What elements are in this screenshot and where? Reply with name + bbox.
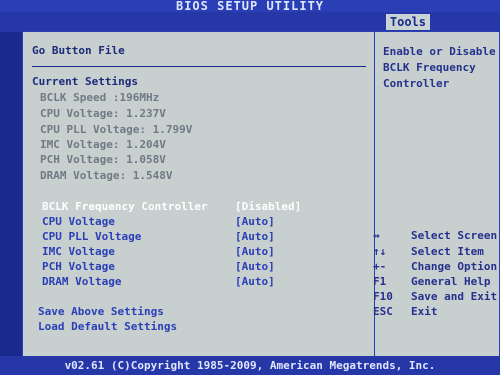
- option-cpu-voltage-value[interactable]: [Auto]: [235, 216, 275, 228]
- key-change-option: +-: [373, 260, 387, 273]
- key-select-item: ↑↓: [373, 245, 387, 258]
- tab-tools[interactable]: Tools: [385, 14, 430, 30]
- tab-bar: Tools: [0, 12, 500, 32]
- option-bclk-value[interactable]: [Disabled]: [235, 201, 301, 213]
- current-setting-line: DRAM Voltage: 1.548V: [40, 169, 173, 182]
- current-setting-line: CPU Voltage: 1.237V: [40, 107, 166, 120]
- current-settings-header: Current Settings: [32, 75, 138, 88]
- section-rule: [32, 66, 366, 67]
- key-desc-exit: Exit: [411, 305, 438, 318]
- key-select-screen: ↔: [373, 229, 380, 242]
- current-setting-line: PCH Voltage: 1.058V: [40, 153, 166, 166]
- option-dram-voltage-label[interactable]: DRAM Voltage: [42, 276, 121, 288]
- help-text-line: BCLK Frequency: [383, 61, 476, 74]
- key-general-help: F1: [373, 275, 387, 288]
- help-text-line: Controller: [383, 77, 450, 90]
- current-setting-line: CPU PLL Voltage: 1.799V: [40, 123, 193, 136]
- key-exit: ESC: [373, 305, 393, 318]
- save-above-settings[interactable]: Save Above Settings: [38, 306, 164, 318]
- key-desc-select-item: Select Item: [411, 245, 484, 258]
- current-setting-line: IMC Voltage: 1.204V: [40, 138, 166, 151]
- current-setting-line: BCLK Speed :196MHz: [40, 91, 160, 104]
- key-desc-general-help: General Help: [411, 275, 491, 288]
- section-title: Go Button File: [32, 44, 125, 57]
- load-default-settings[interactable]: Load Default Settings: [38, 321, 177, 333]
- option-pch-voltage-value[interactable]: [Auto]: [235, 261, 275, 273]
- option-dram-voltage-value[interactable]: [Auto]: [235, 276, 275, 288]
- option-cpu-pll-value[interactable]: [Auto]: [235, 231, 275, 243]
- option-imc-voltage-value[interactable]: [Auto]: [235, 246, 275, 258]
- help-text-line: Enable or Disable: [383, 45, 496, 58]
- key-desc-save-exit: Save and Exit: [411, 290, 498, 303]
- key-desc-change-option: Change Option: [411, 260, 498, 273]
- option-bclk-label[interactable]: BCLK Frequency Controller: [42, 201, 208, 213]
- option-cpu-pll-label[interactable]: CPU PLL Voltage: [42, 231, 141, 243]
- window-title: BIOS SETUP UTILITY: [0, 0, 500, 12]
- key-save-exit: F10: [373, 290, 393, 303]
- key-desc-select-screen: Select Screen: [411, 229, 498, 242]
- option-imc-voltage-label[interactable]: IMC Voltage: [42, 246, 115, 258]
- main-panel: Go Button File Current Settings BCLK Spe…: [22, 31, 500, 358]
- copyright-footer: v02.61 (C)Copyright 1985-2009, American …: [0, 356, 500, 375]
- option-pch-voltage-label[interactable]: PCH Voltage: [42, 261, 115, 273]
- option-cpu-voltage-label[interactable]: CPU Voltage: [42, 216, 115, 228]
